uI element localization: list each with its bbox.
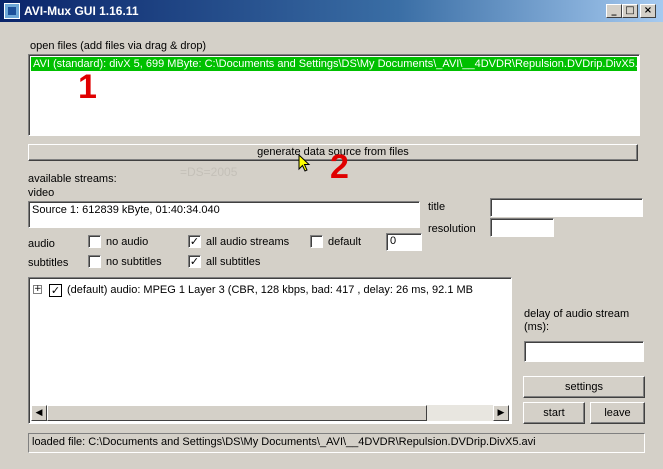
title-label: title — [428, 201, 446, 213]
stream-tree[interactable]: + ✓ (default) audio: MPEG 1 Layer 3 (CBR… — [28, 277, 512, 424]
close-button[interactable]: × — [640, 4, 656, 18]
minimize-icon: _ — [611, 5, 617, 16]
no-subtitles-checkbox[interactable] — [88, 255, 101, 268]
open-files-list[interactable]: AVI (standard): divX 5, 699 MByte: C:\Do… — [28, 54, 640, 136]
watermark-text: =DS=2005 — [180, 165, 238, 179]
maximize-icon: □ — [625, 5, 635, 16]
status-bar: loaded file: C:\Documents and Settings\D… — [28, 433, 645, 453]
expand-icon[interactable]: + — [33, 285, 42, 294]
annotation-marker-1: 1 — [78, 68, 97, 106]
available-streams-label: available streams: — [28, 173, 117, 185]
default-label: default — [328, 236, 362, 248]
minimize-button[interactable]: _ — [606, 4, 622, 18]
all-subtitles-label: all subtitles — [206, 256, 261, 268]
scroll-left-button[interactable]: ◀ — [31, 405, 47, 421]
delay-label: delay of audio stream (ms): — [524, 308, 630, 333]
default-checkbox[interactable] — [310, 235, 323, 248]
video-stream-field[interactable]: Source 1: 612839 kByte, 01:40:34.040 — [28, 201, 420, 228]
all-subtitles-checkbox[interactable]: ✓ — [188, 255, 201, 268]
video-label: video — [28, 187, 55, 199]
title-bar[interactable]: AVI-Mux GUI 1.16.11 _ □ × — [0, 0, 663, 22]
tree-item-label: (default) audio: MPEG 1 Layer 3 (CBR, 12… — [67, 284, 473, 296]
scroll-right-button[interactable]: ▶ — [493, 405, 509, 421]
horizontal-scrollbar[interactable]: ◀ ▶ — [31, 405, 509, 421]
arrow-right-icon: ▶ — [497, 408, 505, 418]
close-icon: × — [643, 5, 653, 16]
resolution-input[interactable] — [490, 218, 554, 237]
all-audio-streams-checkbox[interactable]: ✓ — [188, 235, 201, 248]
leave-button[interactable]: leave — [590, 402, 645, 424]
maximize-button[interactable]: □ — [622, 4, 638, 18]
all-audio-streams-label: all audio streams — [206, 236, 290, 248]
resolution-label: resolution — [428, 223, 476, 235]
settings-button[interactable]: settings — [523, 376, 645, 398]
checkmark-icon: ✓ — [189, 255, 200, 268]
annotation-marker-2: 2 — [330, 148, 349, 186]
app-icon — [4, 3, 20, 19]
window-title: AVI-Mux GUI 1.16.11 — [24, 4, 139, 18]
default-value-input[interactable]: 0 — [386, 233, 422, 251]
subtitles-label: subtitles — [28, 257, 69, 269]
no-audio-checkbox[interactable] — [88, 235, 101, 248]
checkmark-icon: ✓ — [50, 284, 61, 297]
tree-item-checkbox[interactable]: ✓ — [49, 284, 62, 297]
no-subtitles-label: no subtitles — [106, 256, 162, 268]
checkmark-icon: ✓ — [189, 235, 200, 248]
mouse-pointer-icon — [298, 154, 311, 172]
open-file-item[interactable]: AVI (standard): divX 5, 699 MByte: C:\Do… — [31, 57, 637, 71]
scroll-thumb[interactable] — [47, 405, 427, 421]
video-stream-value: Source 1: 612839 kByte, 01:40:34.040 — [32, 204, 220, 216]
arrow-left-icon: ◀ — [35, 408, 43, 418]
title-input[interactable] — [490, 198, 643, 217]
status-text: loaded file: C:\Documents and Settings\D… — [32, 436, 536, 448]
tree-item[interactable]: + ✓ (default) audio: MPEG 1 Layer 3 (CBR… — [33, 282, 509, 300]
delay-input[interactable] — [524, 341, 644, 362]
audio-label: audio — [28, 238, 55, 250]
start-button[interactable]: start — [523, 402, 585, 424]
open-files-label: open files (add files via drag & drop) — [30, 40, 207, 52]
no-audio-label: no audio — [106, 236, 149, 248]
